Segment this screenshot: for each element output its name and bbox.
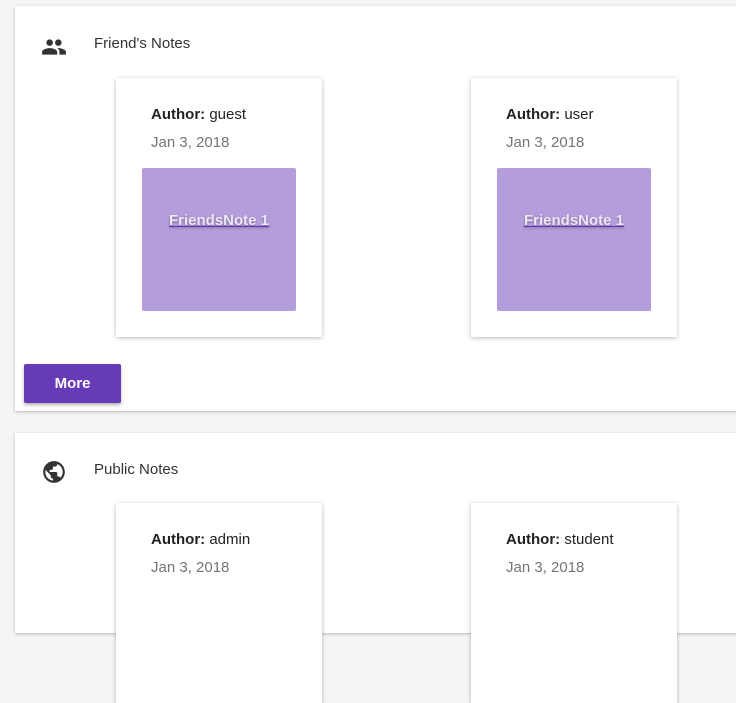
- author-name: user: [564, 106, 594, 123]
- author-label: Author:: [151, 106, 206, 123]
- note-date: Jan 3, 2018: [151, 134, 230, 151]
- note-thumbnail[interactable]: FriendsNote 1: [497, 168, 651, 311]
- author-label: Author:: [151, 531, 206, 548]
- note-title-link[interactable]: FriendsNote 1: [142, 212, 296, 229]
- author-name: guest: [209, 106, 247, 123]
- note-date: Jan 3, 2018: [506, 134, 585, 151]
- author-name: student: [564, 531, 614, 548]
- note-card[interactable]: Author: student Jan 3, 2018: [471, 503, 677, 703]
- globe-icon: [43, 461, 65, 483]
- section-title: Public Notes: [94, 461, 179, 478]
- note-card[interactable]: Author: admin Jan 3, 2018: [116, 503, 322, 703]
- note-date: Jan 3, 2018: [506, 559, 585, 576]
- section-title: Friend's Notes: [94, 35, 191, 52]
- note-card[interactable]: Author: guest Jan 3, 2018 FriendsNote 1: [116, 78, 322, 337]
- note-thumbnail[interactable]: FriendsNote 1: [142, 168, 296, 311]
- section-header: Public Notes: [15, 433, 736, 509]
- note-author: Author: student: [506, 531, 614, 548]
- people-icon: [42, 39, 66, 55]
- more-button[interactable]: More: [24, 364, 121, 403]
- note-date: Jan 3, 2018: [151, 559, 230, 576]
- note-author: Author: admin: [151, 531, 250, 548]
- public-notes-section: Public Notes Author: admin Jan 3, 2018 A…: [15, 433, 736, 703]
- note-card[interactable]: Author: user Jan 3, 2018 FriendsNote 1: [471, 78, 677, 337]
- author-name: admin: [209, 531, 251, 548]
- friends-notes-section: Friend's Notes Author: guest Jan 3, 2018…: [15, 6, 736, 411]
- note-author: Author: guest: [151, 106, 246, 123]
- author-label: Author:: [506, 106, 561, 123]
- note-title-link[interactable]: FriendsNote 1: [497, 212, 651, 229]
- note-author: Author: user: [506, 106, 594, 123]
- section-header: Friend's Notes: [15, 6, 736, 82]
- author-label: Author:: [506, 531, 561, 548]
